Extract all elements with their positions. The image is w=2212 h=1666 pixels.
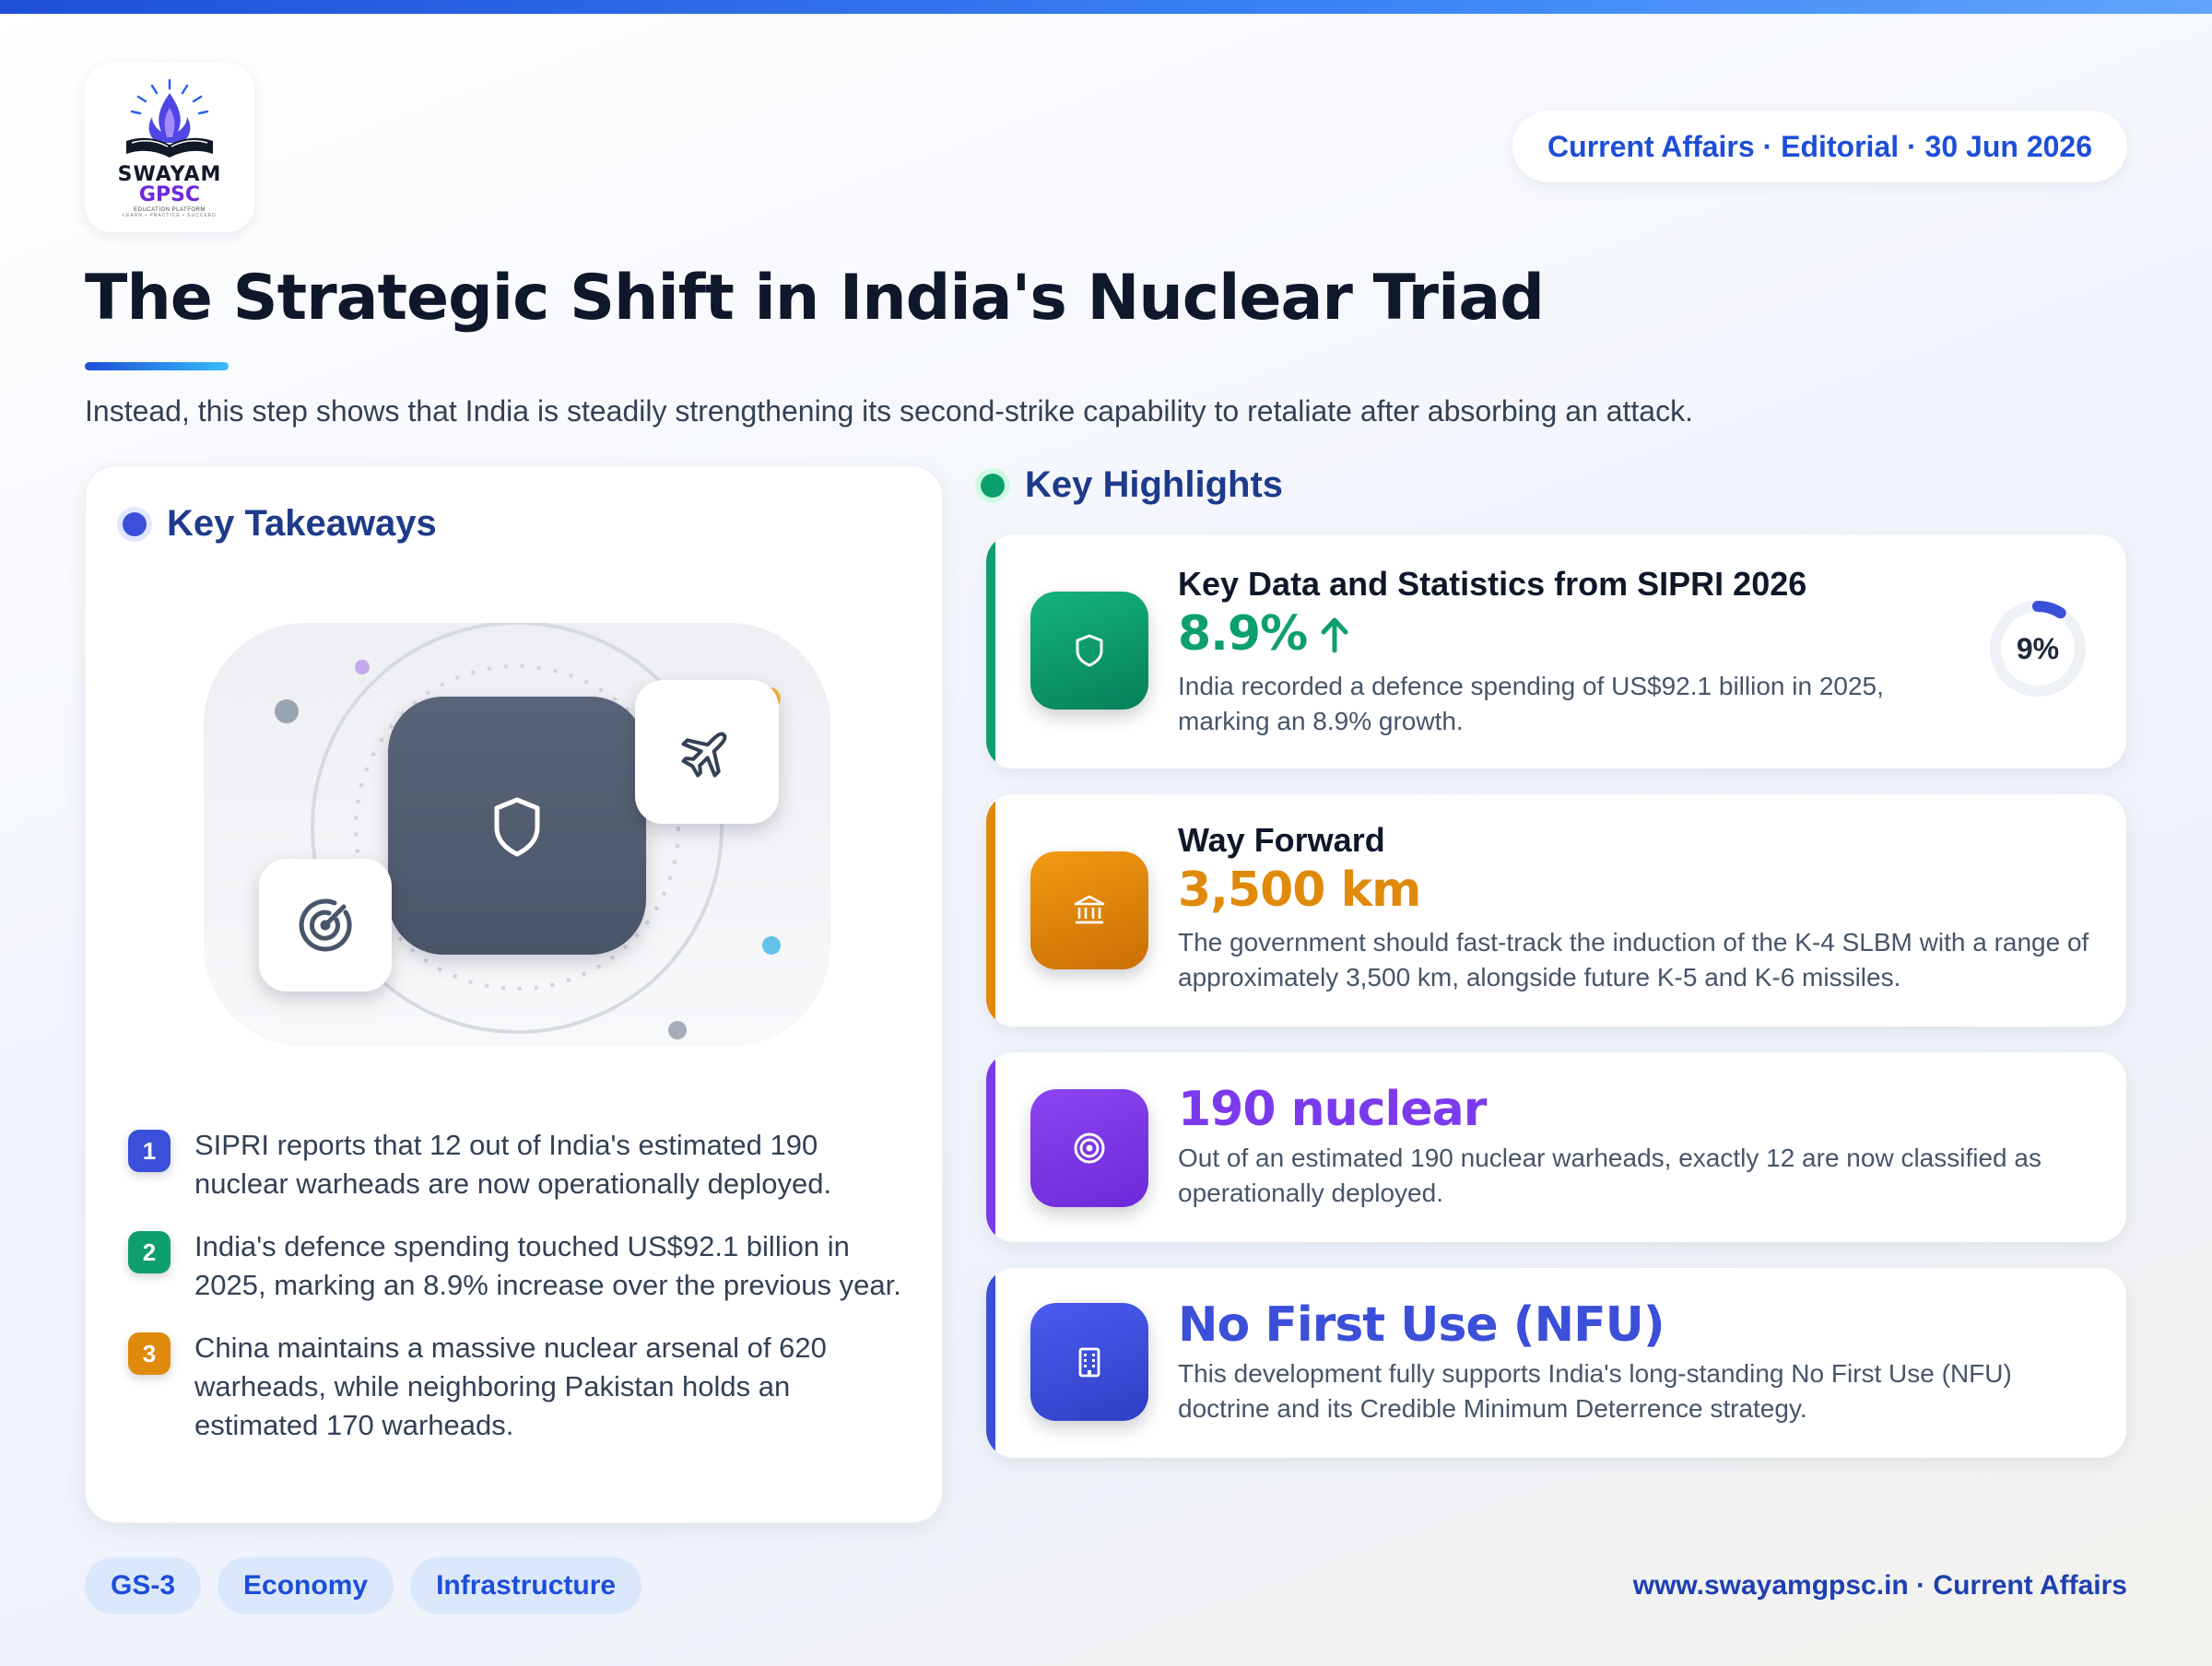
list-item: 3 China maintains a massive nuclear arse… — [128, 1329, 902, 1445]
progress-ring-label: 9% — [2016, 631, 2060, 665]
takeaway-text: SIPRI reports that 12 out of India's est… — [194, 1129, 832, 1200]
card-description: The government should fast-track the ind… — [1178, 928, 2089, 991]
card-description: India recorded a defence spending of US$… — [1178, 672, 1884, 735]
card-accent — [986, 794, 995, 1027]
number-badge: 1 — [128, 1130, 171, 1172]
bank-icon — [1074, 895, 1105, 924]
tag-infrastructure[interactable]: Infrastructure — [410, 1557, 642, 1614]
takeaways-heading-label: Key Takeaways — [167, 503, 437, 544]
topic-tags: GS-3 Economy Infrastructure — [85, 1557, 658, 1614]
brand-logo: SWAYAM GPSC EDUCATION PLATFORM LEARN • P… — [85, 63, 254, 232]
building-icon-tile — [1030, 1303, 1148, 1421]
heading-dot-icon — [981, 473, 1005, 498]
takeaways-list: 1 SIPRI reports that 12 out of India's e… — [128, 1126, 902, 1469]
highlight-card-spending: Key Data and Statistics from SIPRI 2026 … — [986, 534, 2126, 768]
shield-icon — [1076, 634, 1103, 667]
card-body: Key Data and Statistics from SIPRI 2026 … — [1178, 564, 1924, 739]
page-title: The Strategic Shift in India's Nuclear T… — [85, 262, 1545, 334]
card-description: This development fully supports India's … — [1178, 1359, 2012, 1423]
target-icon-tile — [1030, 1089, 1148, 1207]
meta-pill: Current Affairs · Editorial · 30 Jun 202… — [1512, 111, 2127, 182]
card-value: 3,500 km — [1178, 862, 1421, 918]
card-title: Key Data and Statistics from SIPRI 2026 — [1178, 565, 1807, 603]
card-value: 190 nuclear — [1178, 1082, 1487, 1137]
highlight-card-way-forward: Way Forward 3,500 km The government shou… — [986, 794, 2126, 1027]
card-value: 8.9% — [1178, 604, 1924, 663]
takeaways-card: Key Takeaways 1 SIPRI reports that 12 ou… — [85, 465, 943, 1523]
list-item: 2 India's defence spending touched US$92… — [128, 1227, 902, 1305]
title-underline — [85, 362, 229, 370]
card-body: No First Use (NFU) This development full… — [1178, 1296, 2089, 1426]
highlights-heading-label: Key Highlights — [1025, 464, 1284, 505]
card-body: Way Forward 3,500 km The government shou… — [1178, 820, 2089, 995]
heading-dot-icon — [123, 511, 147, 536]
building-icon — [1078, 1347, 1100, 1378]
tag-gs3[interactable]: GS-3 — [85, 1557, 202, 1614]
tag-economy[interactable]: Economy — [218, 1557, 394, 1614]
arrow-up-icon — [1321, 617, 1348, 653]
takeaway-text: India's defence spending touched US$92.1… — [194, 1230, 901, 1301]
takeaway-text: China maintains a massive nuclear arsena… — [194, 1332, 827, 1441]
takeaways-heading: Key Takeaways — [123, 503, 437, 545]
card-accent — [986, 534, 995, 768]
logo-flame-book-icon — [126, 78, 213, 158]
number-badge: 3 — [128, 1332, 171, 1375]
highlights-heading: Key Highlights — [981, 464, 1283, 506]
card-accent — [986, 1052, 995, 1242]
logo-wordmark-line1: SWAYAM — [117, 163, 222, 186]
card-accent — [986, 1268, 995, 1458]
logo-motto: LEARN • PRACTICE • SUCCEED — [123, 213, 217, 218]
bank-icon-tile — [1030, 851, 1148, 969]
footer-website[interactable]: www.swayamgpsc.in · Current Affairs — [1633, 1566, 2127, 1605]
shield-icon-tile — [1030, 592, 1148, 710]
card-value-text: 8.9% — [1178, 606, 1308, 662]
highlight-card-nfu: No First Use (NFU) This development full… — [986, 1268, 2126, 1458]
takeaways-illustration — [204, 623, 830, 1047]
top-accent-bar — [0, 0, 2212, 14]
card-description: Out of an estimated 190 nuclear warheads… — [1178, 1144, 2041, 1207]
page-subtitle: Instead, this step shows that India is s… — [85, 394, 1693, 428]
target-icon — [1074, 1132, 1105, 1164]
highlight-card-warheads: 190 nuclear Out of an estimated 190 nucl… — [986, 1052, 2126, 1242]
list-item: 1 SIPRI reports that 12 out of India's e… — [128, 1126, 902, 1203]
card-value: No First Use (NFU) — [1178, 1297, 1665, 1353]
card-body: 190 nuclear Out of an estimated 190 nucl… — [1178, 1080, 2089, 1211]
number-badge: 2 — [128, 1231, 171, 1273]
card-title: Way Forward — [1178, 821, 1385, 859]
logo-wordmark-line2: GPSC — [138, 183, 201, 206]
